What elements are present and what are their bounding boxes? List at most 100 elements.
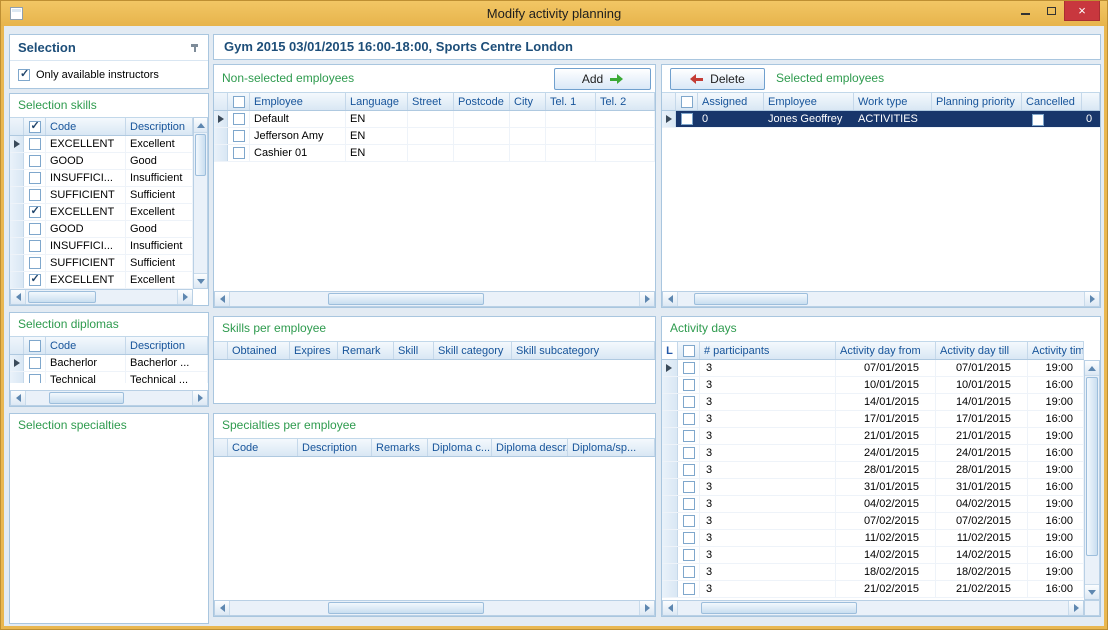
checkbox[interactable] (683, 583, 695, 595)
table-row[interactable]: Jefferson Amy EN (214, 128, 655, 145)
only-available-checkbox[interactable] (18, 69, 30, 81)
scroll-down-button[interactable] (194, 273, 207, 288)
column-header-skill-subcategory[interactable]: Skill subcategory (512, 342, 655, 359)
table-row[interactable]: Default EN (214, 111, 655, 128)
row-select-checkbox[interactable] (678, 581, 700, 597)
select-all-checkbox-box[interactable] (29, 340, 41, 352)
checkbox[interactable] (683, 481, 695, 493)
horizontal-scrollbar[interactable] (662, 600, 1084, 616)
checkbox[interactable] (29, 189, 41, 201)
scroll-track[interactable] (26, 391, 192, 405)
table-row[interactable]: 3 24/01/2015 24/01/2015 16:00 (662, 445, 1084, 462)
column-header-code[interactable]: Code (46, 118, 126, 135)
row-select-checkbox[interactable] (228, 145, 250, 161)
scroll-left-button[interactable] (215, 601, 230, 615)
select-all-checkbox[interactable] (676, 93, 698, 110)
horizontal-scrollbar[interactable] (214, 291, 655, 307)
checkbox[interactable] (683, 464, 695, 476)
column-header-description[interactable]: Description (126, 118, 193, 135)
column-header-tel2[interactable]: Tel. 2 (596, 93, 655, 110)
table-row[interactable]: EXCELLENT Excellent (10, 272, 193, 289)
table-row[interactable]: Cashier 01 EN (214, 145, 655, 162)
column-header-skill-category[interactable]: Skill category (434, 342, 512, 359)
checkbox[interactable] (29, 206, 41, 218)
checkbox[interactable] (683, 498, 695, 510)
scroll-thumb[interactable] (701, 602, 857, 614)
column-header-cancelled[interactable]: Cancelled (1022, 93, 1082, 110)
scroll-left-button[interactable] (11, 290, 26, 304)
row-select-checkbox[interactable] (678, 462, 700, 478)
table-row[interactable]: INSUFFICI... Insufficient (10, 170, 193, 187)
checkbox[interactable] (233, 147, 245, 159)
scroll-right-button[interactable] (1084, 292, 1099, 306)
table-row[interactable]: 3 28/01/2015 28/01/2015 19:00 (662, 462, 1084, 479)
table-row[interactable]: SUFFICIENT Sufficient (10, 187, 193, 204)
checkbox[interactable] (233, 113, 245, 125)
checkbox[interactable] (683, 566, 695, 578)
row-select-checkbox[interactable] (24, 372, 46, 383)
row-select-checkbox[interactable] (678, 411, 700, 427)
row-select-checkbox[interactable] (678, 394, 700, 410)
column-header-expires[interactable]: Expires (290, 342, 338, 359)
select-all-checkbox-box[interactable] (681, 96, 693, 108)
table-row[interactable]: 3 10/01/2015 10/01/2015 16:00 (662, 377, 1084, 394)
select-all-checkbox[interactable] (228, 93, 250, 110)
row-select-checkbox[interactable] (24, 136, 46, 152)
table-row[interactable]: 3 18/02/2015 18/02/2015 19:00 (662, 564, 1084, 581)
column-header-activity-time[interactable]: Activity tim... (1028, 342, 1084, 359)
minimize-button[interactable] (1012, 1, 1038, 21)
checkbox[interactable] (683, 396, 695, 408)
column-header-code[interactable]: Code (228, 439, 298, 456)
table-row[interactable]: 3 07/01/2015 07/01/2015 19:00 (662, 360, 1084, 377)
scroll-up-button[interactable] (1085, 361, 1099, 376)
row-select-checkbox[interactable] (678, 377, 700, 393)
vertical-scrollbar[interactable] (1084, 360, 1100, 600)
row-select-checkbox[interactable] (678, 564, 700, 580)
scroll-thumb[interactable] (328, 602, 483, 614)
checkbox[interactable] (233, 130, 245, 142)
table-row[interactable]: Technical Technical ... (10, 372, 208, 383)
row-select-checkbox[interactable] (24, 355, 46, 371)
scroll-thumb[interactable] (694, 293, 808, 305)
scroll-down-button[interactable] (1085, 584, 1099, 599)
scroll-track[interactable] (678, 292, 1084, 306)
select-all-checkbox[interactable] (678, 342, 700, 359)
row-select-checkbox[interactable] (678, 479, 700, 495)
table-row[interactable]: 3 04/02/2015 04/02/2015 19:00 (662, 496, 1084, 513)
column-header-description[interactable]: Description (126, 337, 208, 354)
cancelled-checkbox[interactable] (1032, 114, 1044, 126)
column-header-remark[interactable]: Remark (338, 342, 394, 359)
scroll-right-button[interactable] (1068, 601, 1083, 615)
scroll-right-button[interactable] (192, 391, 207, 405)
row-select-checkbox[interactable] (24, 170, 46, 186)
row-select-checkbox[interactable] (24, 187, 46, 203)
column-header-planning-priority[interactable]: Planning priority (932, 93, 1022, 110)
column-header-assigned[interactable]: Assigned (698, 93, 764, 110)
select-all-checkbox[interactable] (24, 337, 46, 354)
select-all-checkbox[interactable] (24, 118, 46, 135)
select-all-checkbox-box[interactable] (683, 345, 695, 357)
column-header-remarks[interactable]: Remarks (372, 439, 428, 456)
scroll-thumb[interactable] (1086, 377, 1098, 556)
vertical-scrollbar[interactable] (193, 117, 208, 289)
column-header-employee[interactable]: Employee (250, 93, 346, 110)
table-row[interactable]: 3 21/01/2015 21/01/2015 19:00 (662, 428, 1084, 445)
row-select-checkbox[interactable] (24, 153, 46, 169)
select-all-checkbox-box[interactable] (233, 96, 245, 108)
checkbox[interactable] (683, 362, 695, 374)
table-row[interactable]: 3 14/01/2015 14/01/2015 19:00 (662, 394, 1084, 411)
scroll-track[interactable] (678, 601, 1068, 615)
scroll-up-button[interactable] (194, 118, 207, 133)
row-select-checkbox[interactable] (24, 204, 46, 220)
row-select-checkbox[interactable] (678, 530, 700, 546)
title-bar[interactable]: Modify activity planning × (1, 1, 1107, 26)
column-header-skill[interactable]: Skill (394, 342, 434, 359)
row-select-checkbox[interactable] (24, 272, 46, 288)
row-select-checkbox[interactable] (24, 255, 46, 271)
scroll-right-button[interactable] (177, 290, 192, 304)
table-row[interactable]: 0 Jones Geoffrey ACTIVITIES 0 (662, 111, 1100, 128)
scroll-track[interactable] (230, 601, 639, 615)
table-row[interactable]: 3 17/01/2015 17/01/2015 16:00 (662, 411, 1084, 428)
row-select-checkbox[interactable] (228, 128, 250, 144)
scroll-track[interactable] (1085, 376, 1099, 584)
